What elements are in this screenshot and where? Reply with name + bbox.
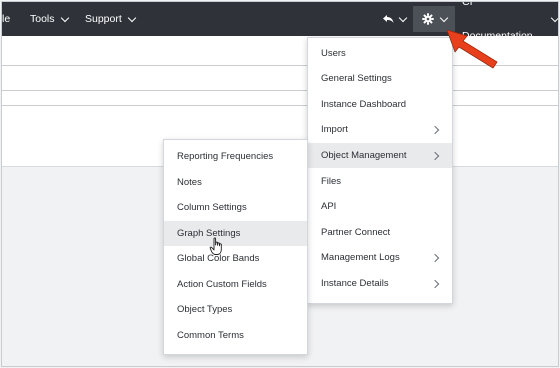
chevron-down-icon — [60, 13, 69, 22]
chevron-right-icon — [430, 279, 440, 289]
nav-tools[interactable]: Tools — [30, 2, 69, 36]
chevron-right-icon — [430, 151, 440, 161]
nav-tools-label: Tools — [30, 13, 55, 25]
object-management-submenu: Reporting Frequencies Notes Column Setti… — [163, 139, 308, 355]
undo-icon — [383, 15, 394, 23]
menu-item-partner-connect[interactable]: Partner Connect — [308, 220, 452, 245]
chevron-right-icon — [430, 125, 440, 135]
submenu-item-label: Notes — [177, 177, 202, 188]
menu-item-label: Files — [321, 176, 342, 187]
submenu-item-action-custom-fields[interactable]: Action Custom Fields — [164, 272, 307, 297]
menu-item-label: Management Logs — [321, 252, 400, 263]
settings-menu: Users General Settings Instance Dashboar… — [307, 37, 453, 304]
menu-item-instance-dashboard[interactable]: Instance Dashboard — [308, 92, 452, 117]
submenu-item-label: Column Settings — [177, 202, 247, 213]
gear-icon — [421, 13, 434, 25]
nav-item-partial[interactable]: le — [2, 2, 10, 36]
menu-item-api[interactable]: API — [308, 194, 452, 219]
nav-item-partial-label: le — [2, 13, 11, 25]
nav-support[interactable]: Support — [85, 2, 137, 36]
menu-item-import[interactable]: Import — [308, 117, 452, 142]
menu-item-label: Users — [321, 48, 346, 59]
submenu-item-label: Reporting Frequencies — [177, 151, 274, 162]
submenu-item-label: Common Terms — [177, 330, 244, 341]
submenu-item-graph-settings[interactable]: Graph Settings — [164, 221, 307, 246]
submenu-item-object-types[interactable]: Object Types — [164, 297, 307, 322]
menu-item-files[interactable]: Files — [308, 169, 452, 194]
nav-support-label: Support — [85, 13, 122, 25]
menu-item-label: Object Management — [321, 150, 407, 161]
submenu-item-label: Action Custom Fields — [177, 279, 267, 290]
submenu-item-notes[interactable]: Notes — [164, 170, 307, 195]
submenu-item-reporting-frequencies[interactable]: Reporting Frequencies — [164, 144, 307, 169]
menu-item-label: Partner Connect — [321, 227, 391, 238]
app-window: le Tools Support CI Users General Settin… — [0, 0, 560, 368]
undo-button[interactable] — [380, 6, 408, 32]
annotation-arrow-icon — [446, 29, 498, 69]
submenu-item-common-terms[interactable]: Common Terms — [164, 323, 307, 348]
hand-cursor-icon — [209, 237, 222, 255]
menu-item-label: General Settings — [321, 73, 392, 84]
menu-item-label: Import — [321, 124, 348, 135]
divider — [2, 105, 558, 106]
submenu-item-label: Object Types — [177, 304, 233, 315]
menu-item-management-logs[interactable]: Management Logs — [308, 245, 452, 270]
chevron-down-icon — [398, 13, 408, 22]
menu-item-label: Instance Dashboard — [321, 99, 407, 110]
chevron-down-icon — [127, 13, 137, 22]
submenu-item-global-color-bands[interactable]: Global Color Bands — [164, 246, 307, 271]
menu-item-users[interactable]: Users — [308, 41, 452, 66]
divider — [2, 90, 558, 91]
menu-item-object-management[interactable]: Object Management — [308, 143, 452, 168]
menu-item-general-settings[interactable]: General Settings — [308, 66, 452, 91]
chevron-down-icon — [439, 13, 448, 22]
submenu-item-column-settings[interactable]: Column Settings — [164, 195, 307, 220]
chevron-right-icon — [430, 253, 440, 263]
menu-item-label: API — [321, 201, 337, 212]
menu-item-instance-details[interactable]: Instance Details — [308, 271, 452, 296]
chevron-down-icon — [550, 13, 560, 22]
menu-item-label: Instance Details — [321, 278, 389, 289]
